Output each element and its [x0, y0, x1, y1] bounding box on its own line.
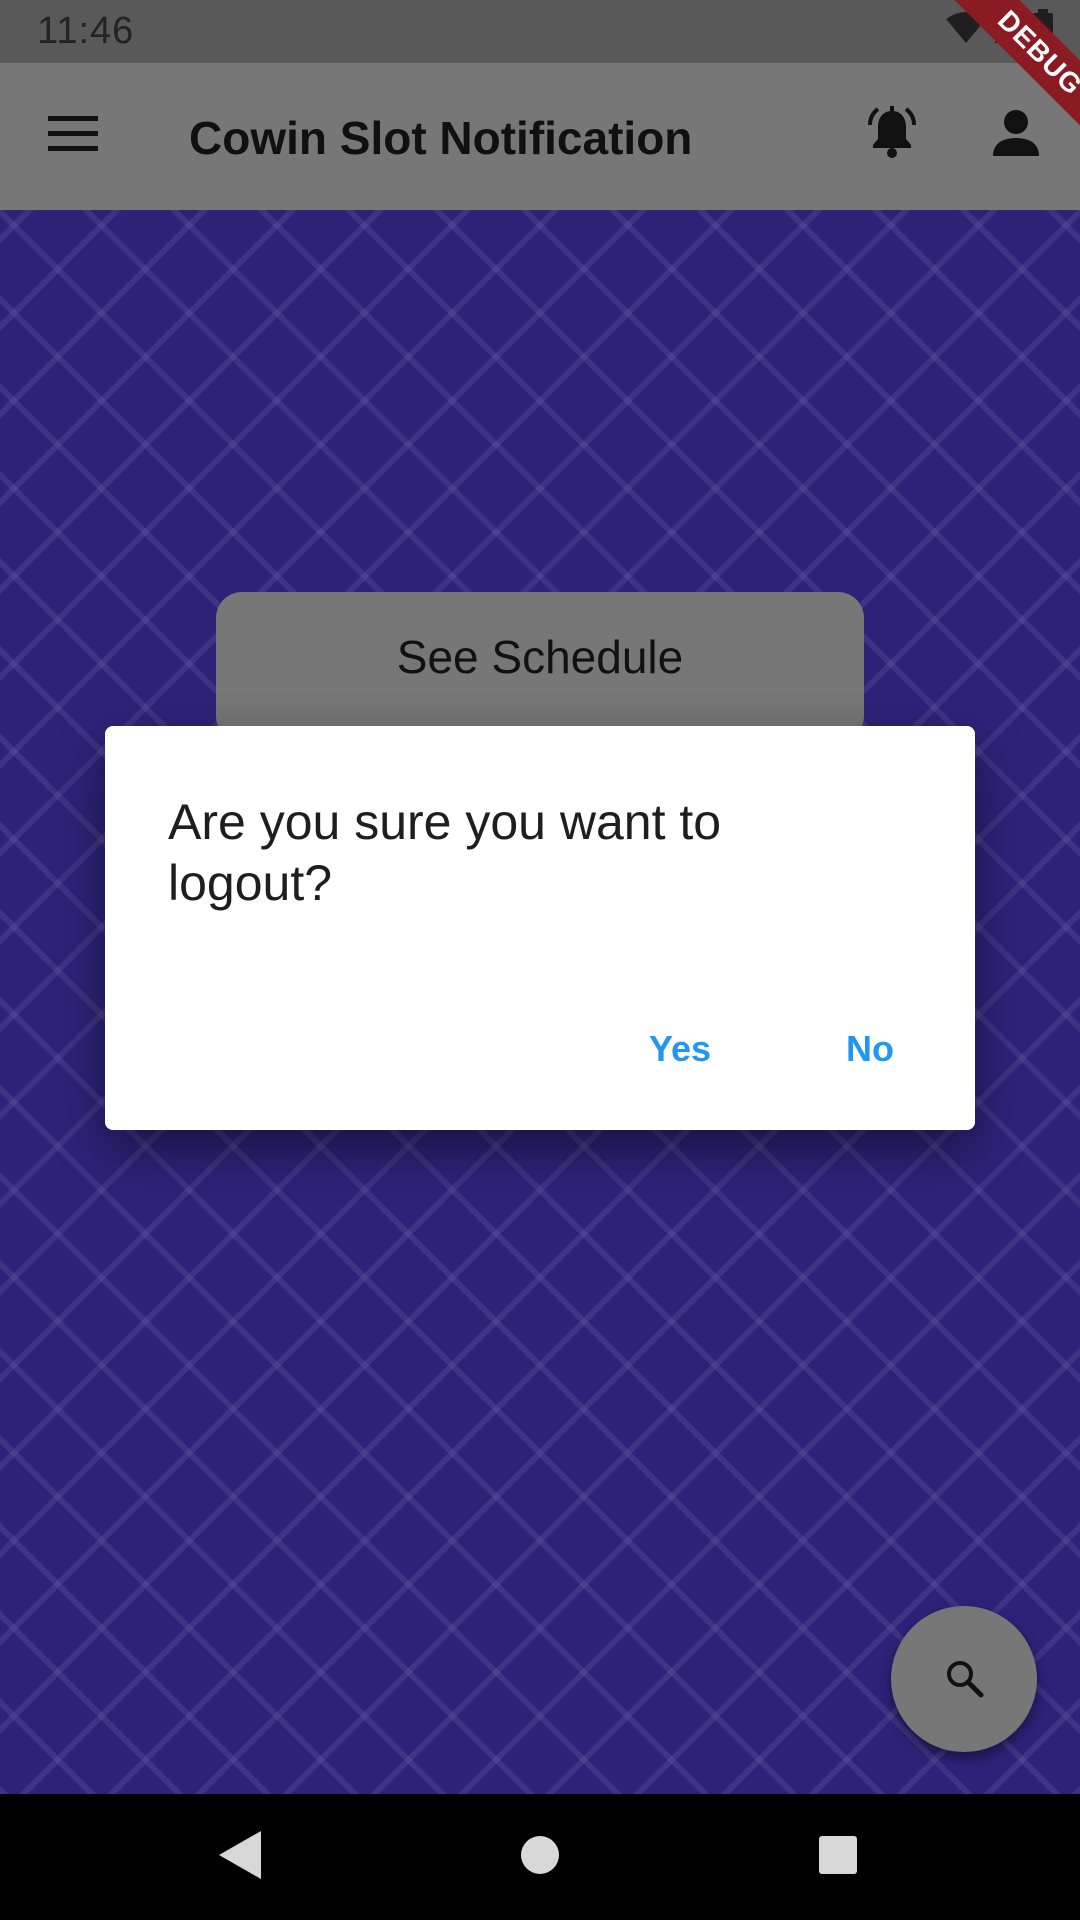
- home-icon: [520, 1835, 560, 1880]
- recents-icon: [818, 1835, 858, 1880]
- bell-icon: [864, 105, 920, 166]
- menu-icon: [48, 115, 98, 157]
- page-title: Cowin Slot Notification: [189, 112, 693, 164]
- yes-button[interactable]: Yes: [631, 1016, 729, 1082]
- status-bar: 11:46: [0, 0, 1080, 63]
- person-icon: [991, 108, 1041, 163]
- recents-button[interactable]: [803, 1822, 873, 1892]
- see-schedule-button[interactable]: See Schedule: [216, 592, 864, 742]
- logout-dialog: Are you sure you want to logout? Yes No: [105, 726, 975, 1130]
- app-bar: Cowin Slot Notification: [0, 63, 1080, 210]
- search-icon: [944, 1658, 984, 1701]
- home-button[interactable]: [505, 1822, 575, 1892]
- no-button[interactable]: No: [828, 1016, 912, 1082]
- dialog-title: Are you sure you want to logout?: [168, 794, 722, 911]
- screen: 11:46 Cowin Slot Notification DEBUG See …: [0, 0, 1080, 1920]
- back-icon: [217, 1829, 263, 1886]
- search-button[interactable]: [891, 1606, 1037, 1752]
- profile-button[interactable]: [984, 103, 1048, 167]
- back-button[interactable]: [205, 1822, 275, 1892]
- menu-button[interactable]: [30, 106, 116, 166]
- status-time: 11:46: [37, 10, 135, 52]
- notifications-button[interactable]: [860, 103, 924, 167]
- navigation-bar: [0, 1794, 1080, 1920]
